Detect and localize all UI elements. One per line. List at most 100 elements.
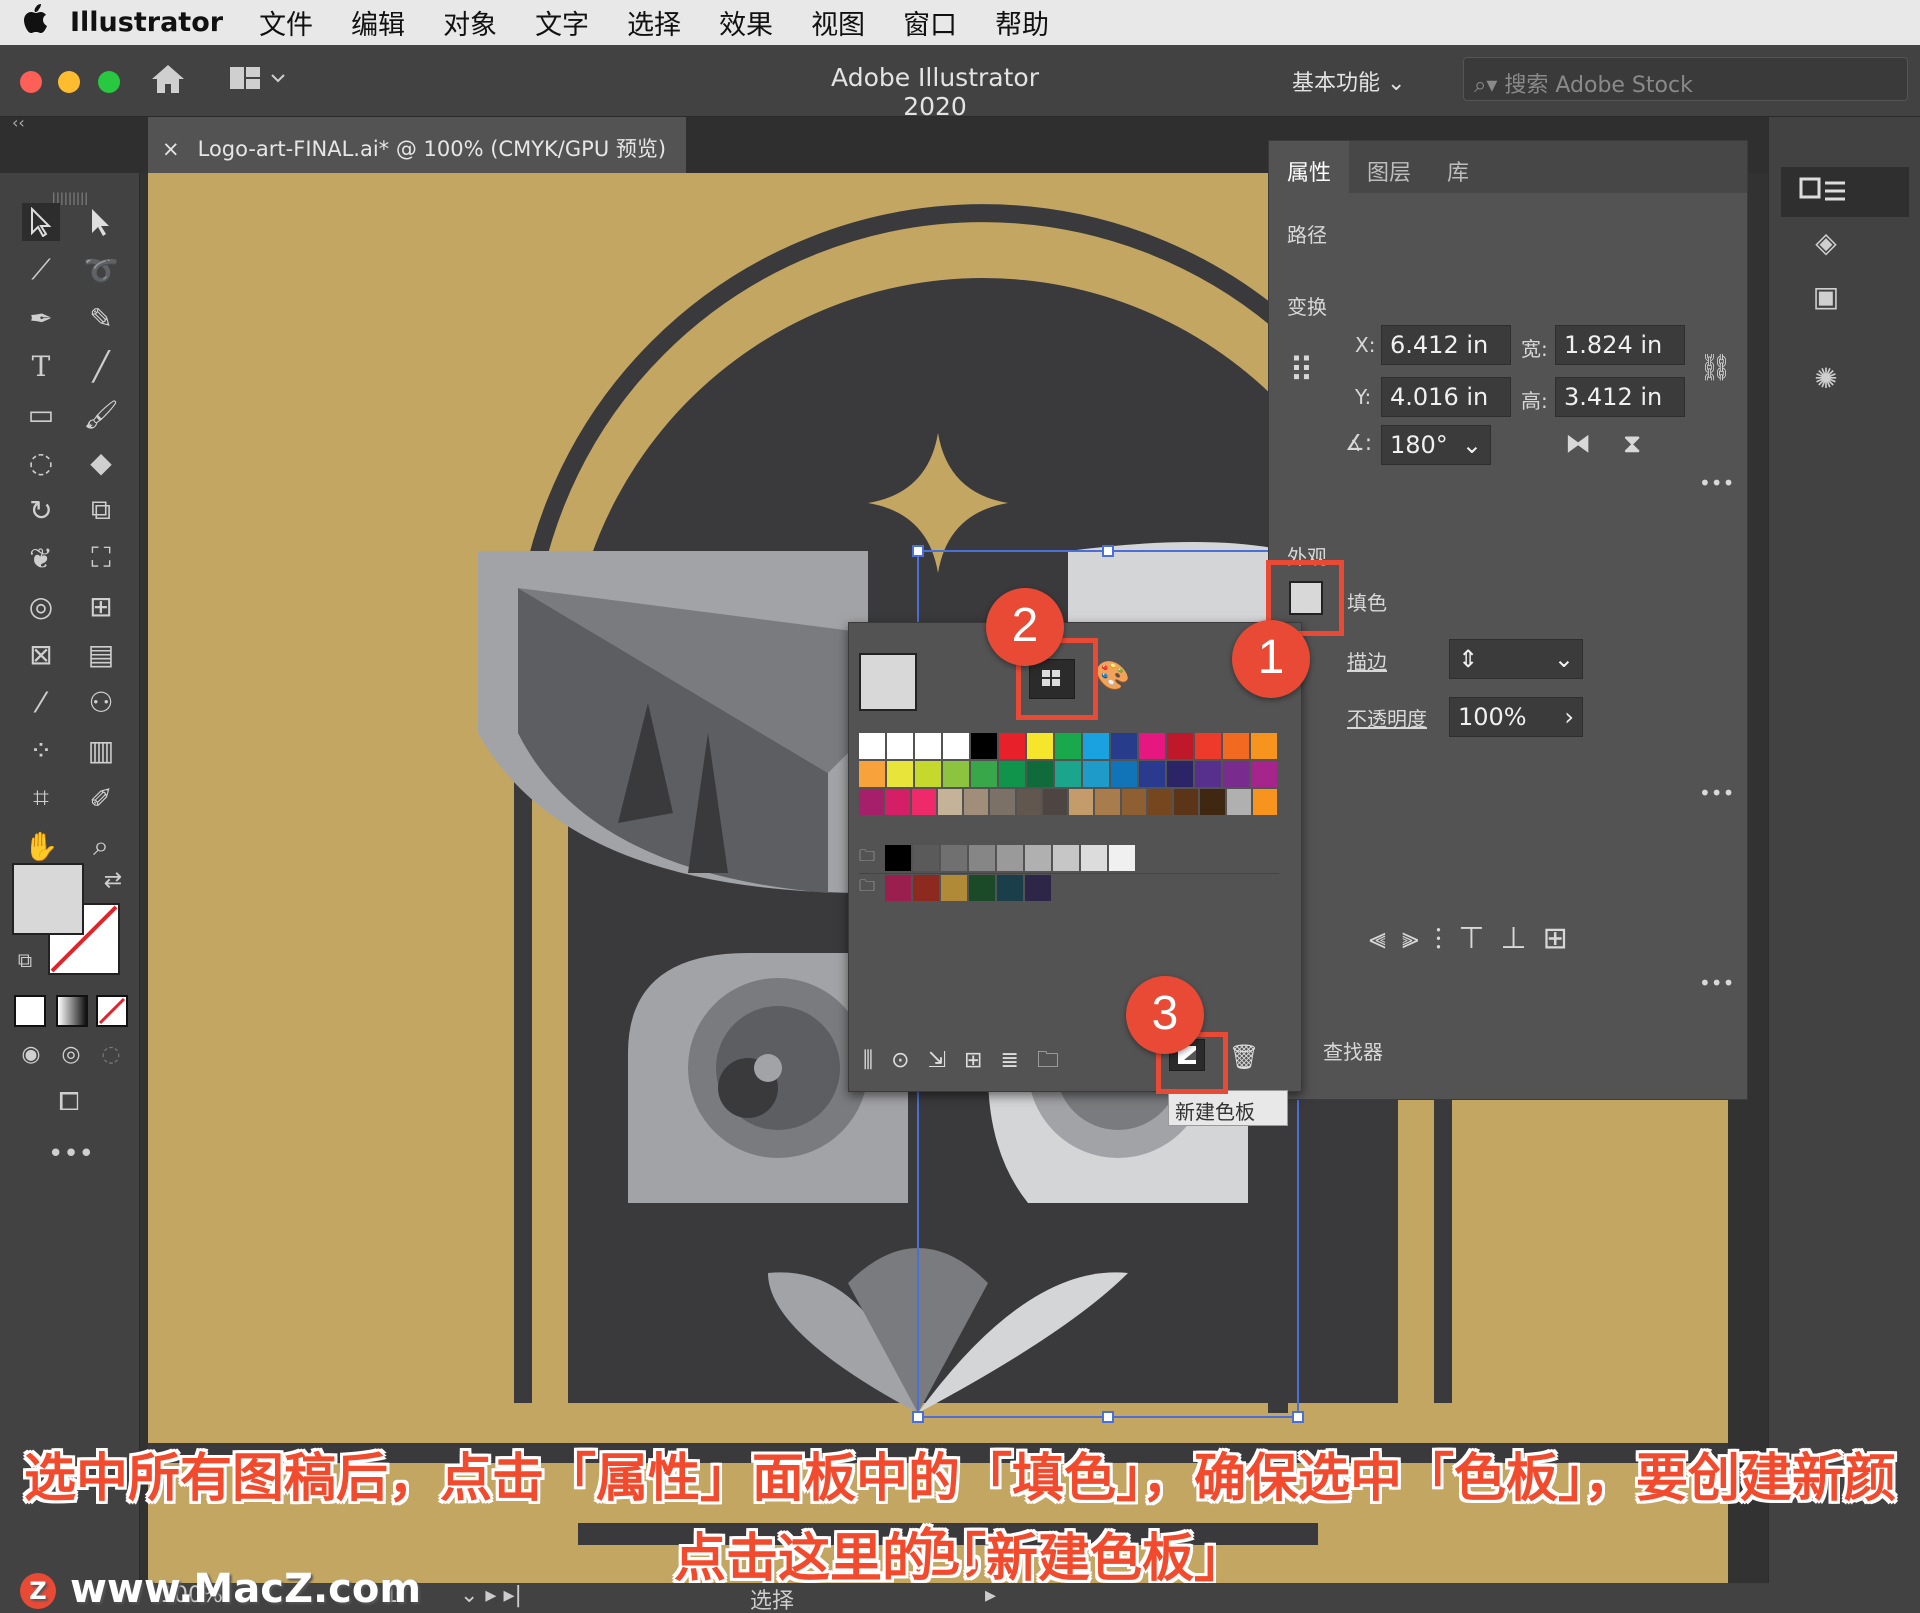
- hand-tool-icon[interactable]: ✋: [22, 827, 60, 865]
- curvature-tool-icon[interactable]: ✎: [82, 299, 120, 337]
- swatch[interactable]: [1195, 733, 1221, 759]
- scale-tool-icon[interactable]: ⧉: [82, 491, 120, 529]
- perspective-grid-icon[interactable]: ⊞: [82, 587, 120, 625]
- gradient-mode-icon[interactable]: [56, 995, 88, 1027]
- swatch[interactable]: [1111, 733, 1137, 759]
- draw-normal-icon[interactable]: ◉: [12, 1035, 50, 1073]
- swatch[interactable]: [885, 789, 910, 815]
- swatch-group-folder-icon[interactable]: 🗀: [859, 845, 885, 871]
- swatch[interactable]: [913, 845, 939, 871]
- swatch[interactable]: [1252, 789, 1277, 815]
- rotate-tool-icon[interactable]: ↻: [22, 491, 60, 529]
- edit-toolbar-icon[interactable]: •••: [48, 1135, 94, 1173]
- blend-tool-icon[interactable]: ⚇: [82, 683, 120, 721]
- swap-fill-stroke-icon[interactable]: ⇄: [94, 861, 132, 899]
- tab-libraries[interactable]: 库: [1429, 141, 1487, 193]
- flip-vertical-icon[interactable]: ⧗: [1623, 429, 1641, 460]
- opacity-field[interactable]: 100% ›: [1449, 697, 1583, 737]
- swatch[interactable]: [1139, 733, 1165, 759]
- height-field[interactable]: 3.412 in: [1555, 377, 1685, 417]
- swatch[interactable]: [1083, 733, 1109, 759]
- fill-color-swatch[interactable]: [12, 863, 84, 935]
- workspace-switcher[interactable]: 基本功能 ⌄: [1292, 65, 1405, 97]
- swatch[interactable]: [1167, 733, 1193, 759]
- swatch[interactable]: [887, 733, 913, 759]
- swatch[interactable]: [1016, 789, 1041, 815]
- line-tool-icon[interactable]: ╱: [82, 347, 120, 385]
- swatch[interactable]: [969, 845, 995, 871]
- reference-point-icon[interactable]: ⠿: [1289, 351, 1314, 391]
- lasso-icon[interactable]: ➰: [82, 251, 120, 289]
- document-tab[interactable]: × Logo-art-FINAL.ai* @ 100% (CMYK/GPU 预览): [148, 117, 686, 173]
- swatch[interactable]: [943, 761, 969, 787]
- swatch[interactable]: [937, 789, 962, 815]
- trash-icon[interactable]: 🗑: [1229, 1043, 1259, 1071]
- swatch[interactable]: [971, 733, 997, 759]
- menu-help[interactable]: 帮助: [995, 3, 1049, 42]
- slice-tool-icon[interactable]: ✐: [82, 779, 120, 817]
- tab-properties[interactable]: 属性: [1269, 141, 1350, 193]
- swatch[interactable]: [887, 761, 913, 787]
- swatch[interactable]: [964, 789, 989, 815]
- swatch[interactable]: [1251, 761, 1277, 787]
- stroke-weight-field[interactable]: ⇕ ⌄: [1449, 639, 1583, 679]
- opacity-label[interactable]: 不透明度: [1347, 703, 1427, 732]
- chevron-down-icon[interactable]: ⌄ ▸ ▸|: [460, 1583, 522, 1608]
- swatch[interactable]: [1027, 733, 1053, 759]
- direct-selection-tool-icon[interactable]: [82, 203, 120, 241]
- selection-tool-icon[interactable]: [22, 203, 60, 241]
- menu-type[interactable]: 文字: [535, 3, 589, 42]
- swatch[interactable]: [911, 789, 936, 815]
- appearance-icon[interactable]: ✺: [1807, 359, 1845, 397]
- swatch[interactable]: [859, 789, 884, 815]
- swatch[interactable]: [1121, 789, 1146, 815]
- y-field[interactable]: 4.016 in: [1381, 377, 1511, 417]
- more-options-icon[interactable]: •••: [1699, 471, 1734, 495]
- properties-dock-button[interactable]: [1781, 167, 1909, 217]
- swatch[interactable]: [943, 733, 969, 759]
- libraries-icon[interactable]: ▣: [1807, 277, 1845, 315]
- swatch[interactable]: [1083, 761, 1109, 787]
- tab-layers[interactable]: 图层: [1349, 141, 1429, 193]
- swatch[interactable]: [1042, 789, 1067, 815]
- chevron-down-icon[interactable]: ⌄: [1554, 645, 1574, 673]
- swatch[interactable]: [1055, 761, 1081, 787]
- new-color-group-icon[interactable]: ⊞: [964, 1048, 1000, 1073]
- play-icon[interactable]: ▸: [985, 1583, 996, 1608]
- swatch[interactable]: [941, 845, 967, 871]
- x-field[interactable]: 6.412 in: [1381, 325, 1511, 365]
- align-buttons[interactable]: ⫷⫸⫶⊤⊥⊞: [1369, 921, 1584, 956]
- menu-window[interactable]: 窗口: [903, 3, 957, 42]
- stepper-icon[interactable]: ⇕: [1458, 645, 1478, 673]
- magic-wand-icon[interactable]: ⟋: [22, 251, 60, 289]
- constrain-proportions-icon[interactable]: ⛓: [1699, 353, 1732, 383]
- chevron-right-icon[interactable]: ›: [1564, 703, 1574, 731]
- folder-icon[interactable]: 🗀: [1037, 1048, 1077, 1073]
- shaper-tool-icon[interactable]: ◌: [22, 443, 60, 481]
- draw-behind-icon[interactable]: ◎: [52, 1035, 90, 1073]
- menu-select[interactable]: 选择: [627, 3, 681, 42]
- column-graph-icon[interactable]: ▥: [82, 731, 120, 769]
- show-kinds-icon[interactable]: ⊙: [891, 1048, 927, 1073]
- swatch[interactable]: [1226, 789, 1251, 815]
- menu-app-name[interactable]: Illustrator: [70, 7, 223, 38]
- swatch[interactable]: [859, 761, 885, 787]
- none-mode-icon[interactable]: [96, 995, 128, 1027]
- swatch[interactable]: [990, 789, 1015, 815]
- swatch[interactable]: [1081, 845, 1107, 871]
- mesh-tool-icon[interactable]: ⊠: [22, 635, 60, 673]
- swatch[interactable]: [915, 733, 941, 759]
- swatch[interactable]: [1147, 789, 1172, 815]
- menu-effect[interactable]: 效果: [719, 3, 773, 42]
- artboard-tool-icon[interactable]: ⌗: [22, 779, 60, 817]
- swatch[interactable]: [1174, 789, 1199, 815]
- swatch[interactable]: [1109, 845, 1135, 871]
- swatch-libraries-icon[interactable]: ⫼: [863, 1048, 891, 1073]
- close-tab-icon[interactable]: ×: [162, 137, 180, 161]
- swatch[interactable]: [1053, 845, 1079, 871]
- swatch[interactable]: [999, 733, 1025, 759]
- symbol-sprayer-icon[interactable]: ⁘: [22, 731, 60, 769]
- swatch-options-icon[interactable]: ⇲: [928, 1048, 964, 1073]
- swatch[interactable]: [1069, 789, 1094, 815]
- collapse-left-icon[interactable]: ‹‹: [12, 113, 25, 132]
